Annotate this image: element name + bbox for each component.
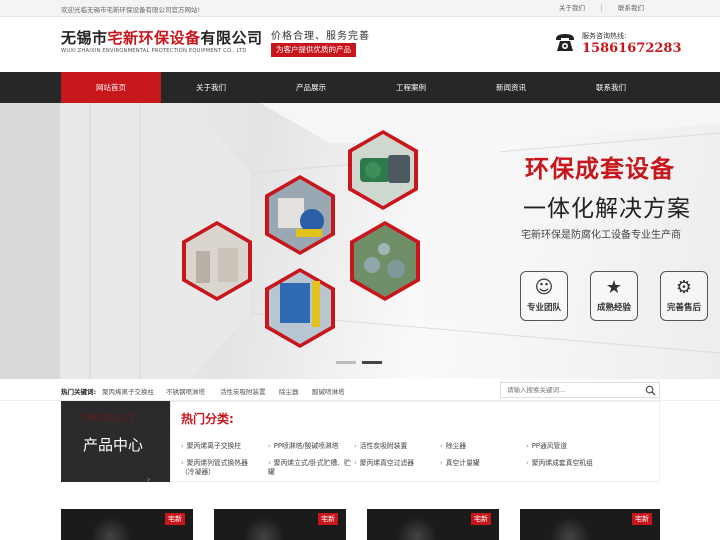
product-thumbnail[interactable]: 宅新 bbox=[367, 509, 499, 540]
banner-artwork bbox=[0, 103, 720, 379]
nav-news[interactable]: 新闻资讯 bbox=[461, 72, 561, 103]
category-item[interactable]: 活性炭吸附装置 bbox=[354, 442, 434, 451]
hot-categories: 热门分类: 聚丙烯离子交换柱 PP喷淋塔/酸碱喷淋塔 活性炭吸附装置 除尘器 P… bbox=[170, 401, 660, 482]
thumbnail-image bbox=[397, 517, 437, 540]
top-bar: 欢迎光临无锡市宅新环保设备有限公司官方网站! 关于我们 联系我们 bbox=[0, 0, 720, 17]
top-links: 关于我们 联系我们 bbox=[543, 4, 660, 12]
medal-icon: ★ bbox=[605, 277, 623, 298]
chevron-right-icon: › bbox=[147, 475, 151, 484]
search-box bbox=[500, 382, 660, 398]
feature-experience: ★ 成熟经验 bbox=[590, 271, 638, 321]
thumbnail-tag: 宅新 bbox=[471, 513, 491, 525]
banner-subtitle: 宅新环保是防腐化工设备专业生产商 bbox=[521, 230, 681, 241]
top-link-contact[interactable]: 联系我们 bbox=[601, 4, 660, 12]
search-input[interactable] bbox=[501, 383, 641, 397]
nav-cases[interactable]: 工程案例 bbox=[361, 72, 461, 103]
welcome-text: 欢迎光临无锡市宅新环保设备有限公司官方网站! bbox=[61, 6, 201, 14]
category-item[interactable]: 聚丙烯列管式换热器（冷凝器） bbox=[181, 459, 261, 477]
banner-title-red: 环保成套设备 bbox=[525, 155, 675, 183]
category-item[interactable]: 聚丙烯成套真空机组 bbox=[526, 459, 616, 468]
hot-keyword-1[interactable]: 聚丙烯离子交换柱 bbox=[102, 386, 154, 396]
thumbnail-image bbox=[550, 517, 590, 540]
slider-dot-1[interactable] bbox=[336, 361, 356, 364]
logo-english-name: WUXI ZHAIXIN ENVIRONMENTAL PROTECTION EQ… bbox=[61, 48, 247, 54]
top-link-about[interactable]: 关于我们 bbox=[543, 4, 601, 12]
category-item[interactable]: 聚丙烯离子交换柱 bbox=[181, 442, 261, 451]
thumbnail-tag: 宅新 bbox=[318, 513, 338, 525]
hotline-label: 服务咨询热线: bbox=[582, 32, 627, 40]
company-logo[interactable]: 无锡市宅新环保设备有限公司 bbox=[61, 27, 263, 48]
thumbnail-tag: 宅新 bbox=[632, 513, 652, 525]
category-item[interactable]: PP通风管道 bbox=[526, 442, 606, 451]
feature-service-label: 完善售后 bbox=[666, 303, 701, 313]
thumbnail-tag: 宅新 bbox=[165, 513, 185, 525]
category-item[interactable]: 聚丙烯立式/卧式贮槽、贮罐 bbox=[268, 459, 353, 477]
search-icon[interactable] bbox=[645, 385, 656, 396]
logo-brand: 宅新环保设备 bbox=[107, 29, 201, 47]
hotline-number[interactable]: 15861672283 bbox=[582, 41, 682, 56]
slogan-main: 价格合理、服务完善 bbox=[271, 31, 370, 42]
hot-keywords-label: 热门关键词: bbox=[61, 388, 97, 396]
banner-title-black: 一体化解决方案 bbox=[523, 196, 691, 222]
product-center-box[interactable]: PRODUCT 产品中心 › bbox=[61, 401, 170, 484]
hot-keyword-2[interactable]: 不锈钢喷淋塔 bbox=[166, 386, 205, 396]
site-header: 无锡市宅新环保设备有限公司 WUXI ZHAIXIN ENVIRONMENTAL… bbox=[0, 17, 720, 72]
feature-experience-label: 成熟经验 bbox=[596, 303, 631, 313]
category-title: 热门分类: bbox=[181, 412, 234, 426]
nav-contact[interactable]: 联系我们 bbox=[561, 72, 661, 103]
feature-team: ☺ 专业团队 bbox=[520, 271, 568, 321]
category-item[interactable]: 真空计量罐 bbox=[440, 459, 510, 468]
service-icon: ⚙ bbox=[675, 277, 693, 298]
logo-prefix: 无锡市 bbox=[61, 29, 108, 47]
category-item[interactable]: 聚丙烯真空过滤器 bbox=[354, 459, 434, 468]
nav-products[interactable]: 产品展示 bbox=[261, 72, 361, 103]
logo-suffix: 有限公司 bbox=[200, 29, 263, 47]
slider-dots bbox=[336, 361, 382, 364]
slider-dot-2[interactable] bbox=[362, 361, 382, 364]
product-thumbnail[interactable]: 宅新 bbox=[520, 509, 660, 540]
keyword-search-bar: 热门关键词: 聚丙烯离子交换柱 不锈钢喷淋塔 活性炭吸附装置 除尘器 酸碱喷淋塔 bbox=[0, 379, 720, 401]
nav-home[interactable]: 网站首页 bbox=[61, 72, 161, 103]
category-item[interactable]: 除尘器 bbox=[440, 442, 510, 451]
product-en-title: PRODUCT bbox=[83, 413, 136, 424]
hero-banner[interactable]: 环保成套设备 一体化解决方案 宅新环保是防腐化工设备专业生产商 ☺ 专业团队 ★… bbox=[0, 103, 720, 379]
hot-keyword-3[interactable]: 活性炭吸附装置 bbox=[220, 386, 266, 396]
feature-service: ⚙ 完善售后 bbox=[660, 271, 708, 321]
slogan-badge: 为客户提供优质的产品 bbox=[271, 43, 356, 57]
telephone-icon bbox=[556, 34, 574, 51]
product-thumbnail[interactable]: 宅新 bbox=[61, 509, 193, 540]
hot-keyword-4[interactable]: 除尘器 bbox=[279, 386, 299, 396]
category-item[interactable]: PP喷淋塔/酸碱喷淋塔 bbox=[268, 442, 353, 451]
hot-keyword-5[interactable]: 酸碱喷淋塔 bbox=[312, 386, 345, 396]
product-cn-title: 产品中心 bbox=[83, 436, 144, 454]
main-nav: 网站首页 关于我们 产品展示 工程案例 新闻资讯 联系我们 bbox=[0, 72, 720, 103]
product-thumbnail[interactable]: 宅新 bbox=[214, 509, 346, 540]
team-icon: ☺ bbox=[534, 277, 554, 298]
thumbnail-image bbox=[244, 517, 284, 540]
feature-team-label: 专业团队 bbox=[526, 303, 561, 313]
thumbnail-image bbox=[91, 517, 131, 540]
nav-about[interactable]: 关于我们 bbox=[161, 72, 261, 103]
